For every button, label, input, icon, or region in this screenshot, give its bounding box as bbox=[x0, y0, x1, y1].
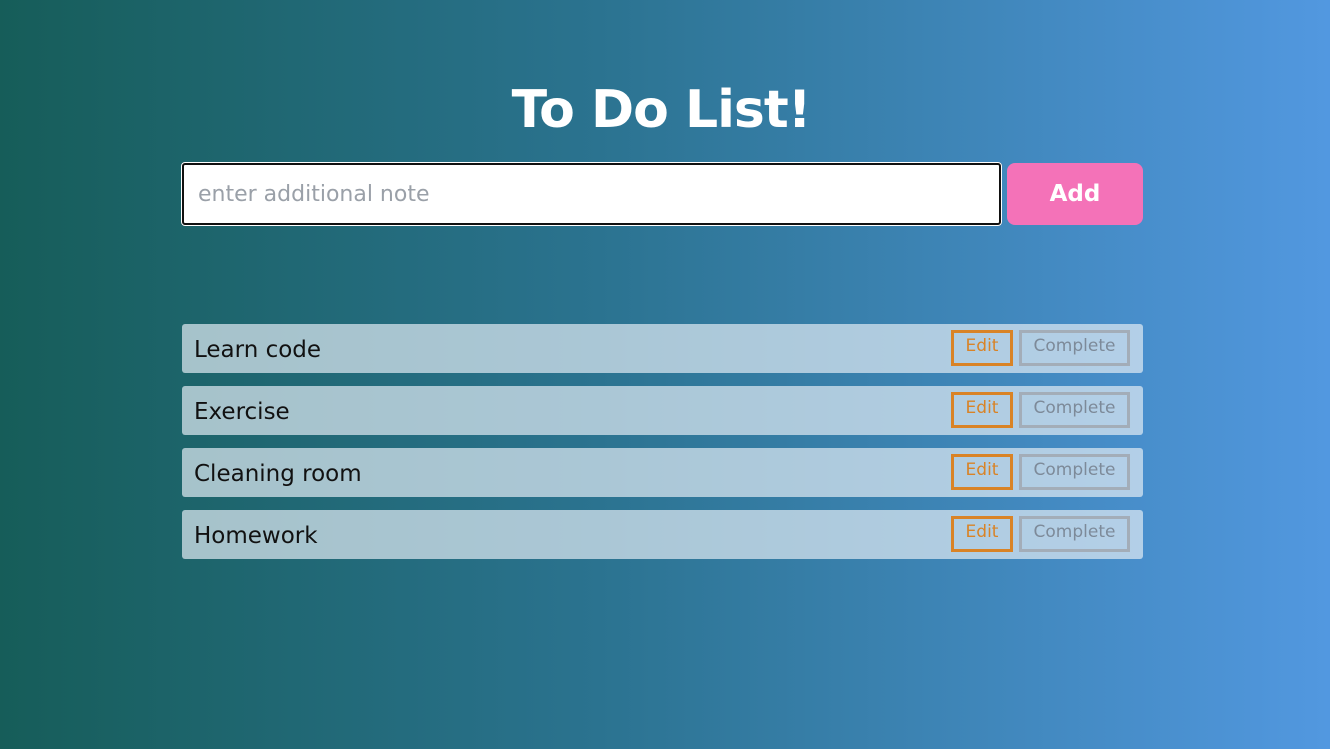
edit-button[interactable]: Edit bbox=[951, 454, 1013, 490]
complete-button[interactable]: Complete bbox=[1019, 330, 1130, 366]
todo-item: Exercise Edit Complete bbox=[182, 386, 1143, 435]
todo-text: Cleaning room bbox=[194, 461, 362, 487]
add-button[interactable]: Add bbox=[1007, 163, 1143, 225]
todo-text: Learn code bbox=[194, 337, 322, 363]
page-title: To Do List! bbox=[511, 80, 812, 140]
todo-item: Learn code Edit Complete bbox=[182, 324, 1143, 373]
edit-button[interactable]: Edit bbox=[951, 516, 1013, 552]
edit-button[interactable]: Edit bbox=[951, 392, 1013, 428]
complete-button[interactable]: Complete bbox=[1019, 454, 1130, 490]
edit-button[interactable]: Edit bbox=[951, 330, 1013, 366]
todo-item: Homework Edit Complete bbox=[182, 510, 1143, 559]
todo-text: Exercise bbox=[194, 399, 290, 425]
note-input[interactable] bbox=[181, 162, 1002, 226]
add-note-form: Add bbox=[181, 162, 1143, 226]
todo-item: Cleaning room Edit Complete bbox=[182, 448, 1143, 497]
todo-list: Learn code Edit Complete Exercise Edit C… bbox=[182, 324, 1143, 572]
complete-button[interactable]: Complete bbox=[1019, 516, 1130, 552]
complete-button[interactable]: Complete bbox=[1019, 392, 1130, 428]
todo-text: Homework bbox=[194, 523, 318, 549]
